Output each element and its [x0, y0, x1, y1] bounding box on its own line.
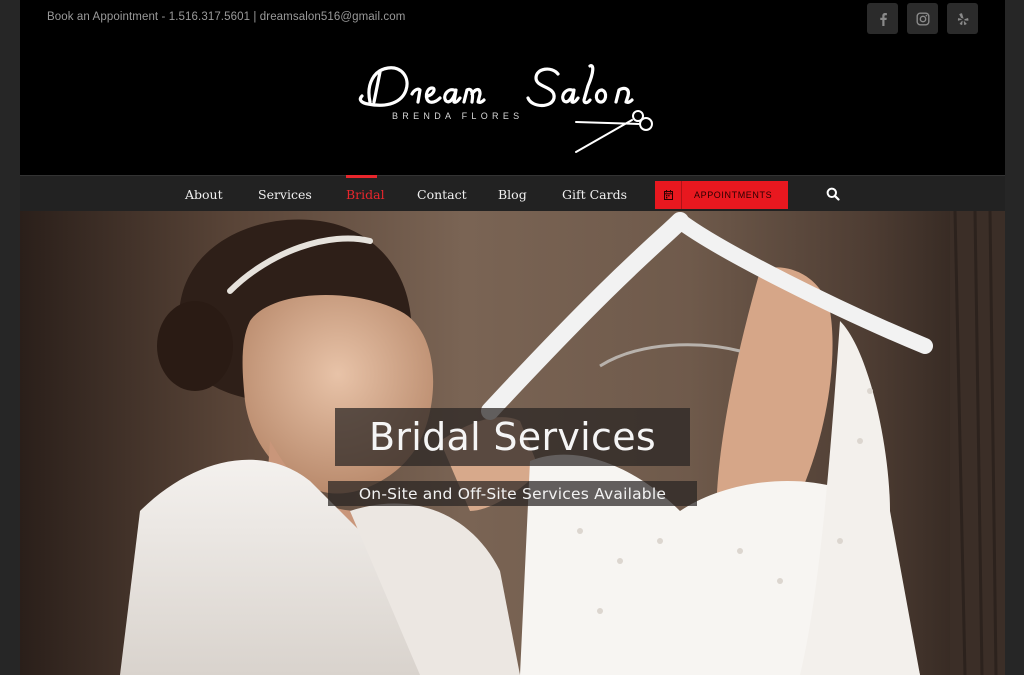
- facebook-icon: [879, 12, 887, 26]
- yelp-icon: [957, 12, 968, 25]
- yelp-button[interactable]: [947, 3, 978, 34]
- contact-info[interactable]: Book an Appointment - 1.516.317.5601 | d…: [47, 11, 405, 23]
- instagram-button[interactable]: [907, 3, 938, 34]
- nav-item-services[interactable]: Services: [258, 187, 312, 202]
- top-bar: Book an Appointment - 1.516.317.5601 | d…: [20, 0, 1005, 36]
- hero-subtitle-box: On-Site and Off-Site Services Available: [328, 481, 697, 506]
- search-button[interactable]: [826, 187, 842, 203]
- hero-banner: Bridal Services On-Site and Off-Site Ser…: [20, 211, 1005, 675]
- hero-title: Bridal Services: [368, 415, 657, 459]
- nav-item-blog[interactable]: Blog: [498, 187, 527, 202]
- page-wrapper: Book an Appointment - 1.516.317.5601 | d…: [20, 0, 1005, 675]
- search-icon: [826, 187, 840, 201]
- nav-item-contact[interactable]: Contact: [417, 187, 467, 202]
- nav-item-bridal[interactable]: Bridal: [346, 187, 385, 202]
- active-indicator: [346, 175, 377, 178]
- hero-subtitle: On-Site and Off-Site Services Available: [358, 484, 667, 503]
- calendar-icon: [655, 181, 682, 209]
- facebook-button[interactable]: [867, 3, 898, 34]
- nav-item-gift-cards[interactable]: Gift Cards: [562, 187, 627, 202]
- appointments-label: APPOINTMENTS: [694, 190, 773, 200]
- main-nav: About Services Bridal Contact Blog Gift …: [20, 175, 1005, 211]
- instagram-icon: [916, 12, 930, 26]
- hero-title-box: Bridal Services: [335, 408, 690, 466]
- nav-item-about[interactable]: About: [185, 187, 223, 202]
- logo-tagline: BRENDA FLORES: [392, 111, 524, 121]
- site-logo[interactable]: BRENDA FLORES: [340, 54, 685, 159]
- appointments-button[interactable]: APPOINTMENTS: [655, 181, 788, 209]
- social-links: [867, 3, 978, 34]
- logo-graphic: [358, 64, 653, 153]
